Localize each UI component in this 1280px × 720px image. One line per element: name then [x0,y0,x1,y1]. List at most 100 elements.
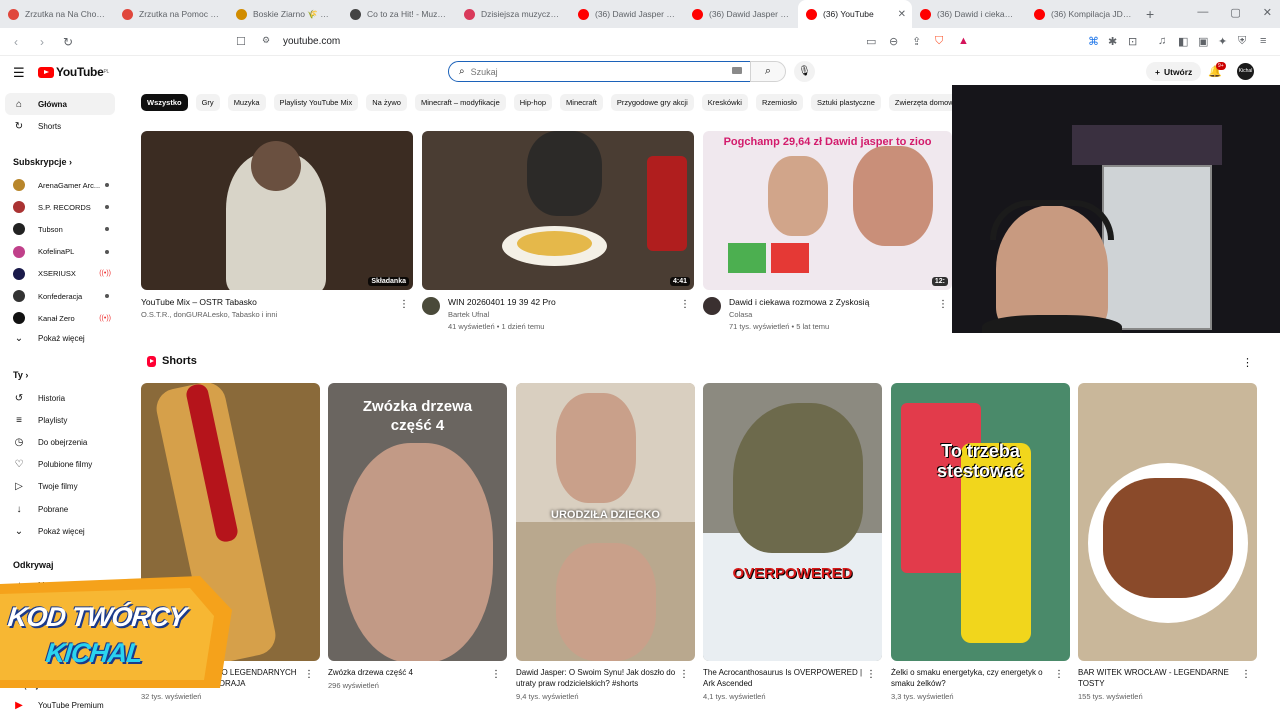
video-title[interactable]: YouTube Mix – OSTR Tabasko [141,297,277,307]
filter-chip[interactable]: Playlisty YouTube Mix [273,94,359,111]
avatar[interactable]: Kichal [1237,63,1254,80]
filter-chip[interactable]: Minecraft – modyfikacje [414,94,506,111]
short-menu-icon[interactable]: ⋮ [1054,669,1064,680]
short-title[interactable]: Dawid Jasper: O Swoim Synu! Jak doszło d… [516,667,681,689]
close-window-icon[interactable]: ✕ [1263,6,1272,19]
sidebar-item-playlist[interactable]: ≡ Playlisty [5,409,115,431]
video-menu-icon[interactable]: ⋮ [938,299,948,310]
short-thumbnail[interactable]: Zwózka drzewa część 4 [328,383,507,661]
zoom-icon[interactable]: ⊖ [889,35,898,48]
browser-tab[interactable]: Co to za Hit! - Muzycz [342,0,456,28]
sidebar-toggle-icon[interactable]: ◧ [1178,35,1188,48]
search-button[interactable]: ⌕ [750,61,786,82]
video-thumbnail[interactable]: Składanka [141,131,413,290]
video-card[interactable]: 4:41 WIN 20260401 19 39 42 Pro Bartek Ufna… [422,131,694,331]
browser-tab[interactable]: (36) Dawid Jasper - Og [684,0,798,28]
video-menu-icon[interactable]: ⋮ [399,299,409,310]
video-title[interactable]: Dawid i ciekawa rozmowa z Zyskosią [729,297,869,307]
search-input[interactable] [470,66,701,77]
video-card[interactable]: Składanka YouTube Mix – OSTR Tabasko O.S.T… [141,131,413,319]
back-icon[interactable]: ‹ [6,35,26,49]
sidebar-item-history[interactable]: ↺ Historia [5,387,115,409]
new-tab-icon[interactable]: + [1146,6,1154,22]
video-channel[interactable]: O.S.T.R., donGURALesko, Tabasko i inni [141,310,277,319]
leo-icon[interactable]: ✦ [1218,35,1227,48]
sidebar-item-premium[interactable]: ▶ YouTube Premium [5,694,115,716]
sidebar-subscription[interactable]: XSERIUSX ((•)) [5,263,115,285]
browser-tab[interactable]: Zrzutka na Na Chore G [0,0,114,28]
short-card[interactable]: Zwózka drzewa część 4 Zwózka drzewa część… [328,383,507,690]
youtube-logo[interactable]: YouTube PL [38,65,109,79]
you-header[interactable]: Ty › [13,370,28,380]
media-icon[interactable]: ♫ [1158,35,1166,47]
sidebar-subscription[interactable]: S.P. RECORDS [5,196,115,218]
video-channel[interactable]: Bartek Ufnal [448,310,556,319]
maximize-icon[interactable]: ▢ [1230,6,1240,19]
short-thumbnail[interactable]: To trzeba stestować [891,383,1070,661]
filter-chip[interactable]: Na żywo [366,94,407,111]
short-card[interactable]: OVERPOWERED The Acrocanthosaurus Is OVERP… [703,383,882,701]
translate-icon[interactable]: ⌘ [1088,35,1099,48]
sidebar-subscription[interactable]: Kanał Zero ((•)) [5,307,115,329]
short-title[interactable]: Zwózka drzewa część 4 [328,667,493,678]
rewards-icon[interactable]: ▲ [958,35,969,47]
browser-tab[interactable]: Dzisiejsza muzyczna k [456,0,570,28]
short-menu-icon[interactable]: ⋮ [679,669,689,680]
short-thumbnail[interactable]: OVERPOWERED [703,383,882,661]
short-card[interactable]: BAR WITEK WROCŁAW - LEGENDARNE TOSTY 155 … [1078,383,1257,701]
forward-icon[interactable]: › [32,35,52,49]
filter-chip[interactable]: Przygodowe gry akcji [610,94,694,111]
short-title[interactable]: BAR WITEK WROCŁAW - LEGENDARNE TOSTY [1078,667,1243,689]
filter-chip[interactable]: Muzyka [227,94,266,111]
short-menu-icon[interactable]: ⋮ [866,669,876,680]
screenshot-icon[interactable]: ⊡ [1128,35,1137,48]
sidebar-subscription[interactable]: KofelinaPL [5,241,115,263]
channel-avatar[interactable] [422,297,440,315]
short-thumbnail[interactable]: URODZIŁA DZIECKO [516,383,695,661]
short-title[interactable]: Żelki o smaku energetyka, czy energetyk … [891,667,1056,689]
sidebar-item-like[interactable]: ♡ Polubione filmy [5,454,115,476]
channel-avatar[interactable] [703,297,721,315]
sidebar-item-download[interactable]: ↓ Pobrane [5,498,115,520]
extension-icon[interactable]: ✱ [1108,35,1117,48]
subscriptions-header[interactable]: Subskrypcje › [13,157,72,167]
share-icon[interactable]: ⇪ [912,35,921,48]
filter-chip[interactable]: Hip-hop [513,94,553,111]
video-channel[interactable]: Colasa [729,310,869,319]
browser-tab[interactable]: (36) Kompilacja JD - Yo [1026,0,1140,28]
keyboard-icon[interactable] [732,67,742,74]
sidebar-subscription[interactable]: Tubson [5,218,115,240]
browser-tab[interactable]: (36) Dawid Jasper i mi [570,0,684,28]
filter-chip[interactable]: Wszystko [141,94,188,111]
vpn-icon[interactable]: ⛨ [1238,35,1246,48]
url-field[interactable]: youtube.com [283,36,340,47]
install-icon[interactable]: ▭ [866,35,876,48]
bookmark-icon[interactable]: ☐ [236,35,246,48]
reload-icon[interactable]: ↻ [58,35,78,49]
short-thumbnail[interactable] [1078,383,1257,661]
site-settings-icon[interactable]: ⚙ [262,35,270,46]
filter-chip[interactable]: Kreskówki [701,94,748,111]
sidebar-item-video[interactable]: ▷ Twoje filmy [5,476,115,498]
video-title[interactable]: WIN 20260401 19 39 42 Pro [448,297,556,307]
video-thumbnail[interactable]: 4:41 [422,131,694,290]
filter-chip[interactable]: Gry [195,94,220,111]
short-menu-icon[interactable]: ⋮ [1241,669,1251,680]
minimize-icon[interactable]: — [1197,6,1208,19]
voice-search-button[interactable]: 🎙 [794,61,815,82]
browser-tab[interactable]: Boskie Ziarno 🌾 Reko [228,0,342,28]
sidebar-item-clock[interactable]: ◷ Do obejrzenia [5,431,115,453]
short-card[interactable]: To trzeba stestować Żelki o smaku energet… [891,383,1070,701]
wallet-icon[interactable]: ▣ [1198,35,1208,48]
sidebar-item-chevron-down[interactable]: ⌄ Pokaż więcej [5,520,115,542]
shorts-menu-icon[interactable]: ⋮ [1242,356,1253,369]
short-menu-icon[interactable]: ⋮ [304,669,314,680]
browser-tab[interactable]: Zrzutka na Pomoc dla [114,0,228,28]
short-card[interactable]: URODZIŁA DZIECKO Dawid Jasper: O Swoim Sy… [516,383,695,701]
filter-chip[interactable]: Rzemiosło [755,94,803,111]
sidebar-subscription[interactable]: ArenaGamer Arc... [5,174,115,196]
browser-menu-icon[interactable]: ≡ [1260,35,1266,47]
sidebar-item-shorts[interactable]: ↻ Shorts [5,115,115,137]
brave-shield-icon[interactable]: ⛉ [935,35,943,48]
subscriptions-show-more[interactable]: ⌄ Pokaż więcej [5,327,115,349]
